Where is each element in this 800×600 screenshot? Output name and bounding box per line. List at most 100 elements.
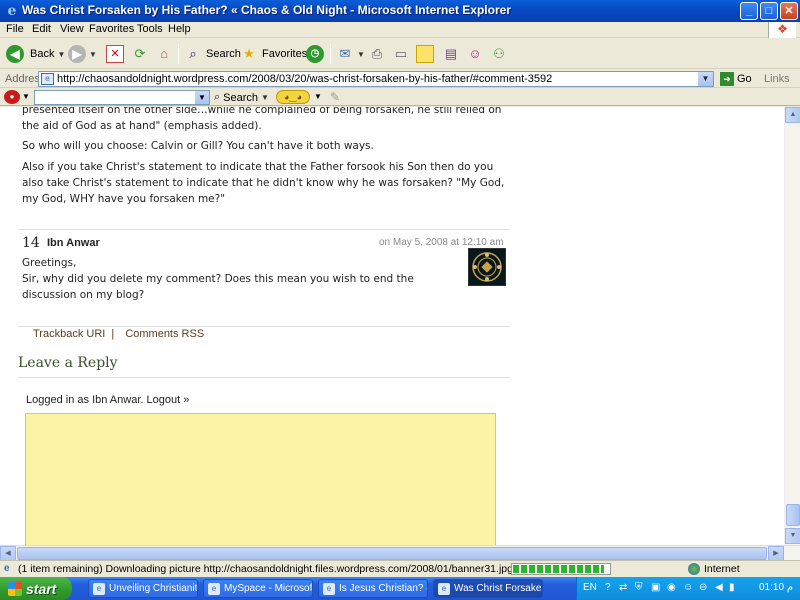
history-icon: ◷ <box>306 45 324 63</box>
favorites-button[interactable]: ★ Favorites <box>240 43 307 65</box>
start-button[interactable]: start <box>0 577 72 600</box>
search-icon: ⌕ <box>189 46 197 61</box>
zone-label: Internet <box>704 563 740 575</box>
system-tray: EN ? ⇄ ⛨ ▣ ◉ ☺ ⊖ ◀ ▮ 01:10 م <box>576 577 800 600</box>
edit-button[interactable]: ▭ <box>392 43 410 65</box>
logout-link[interactable]: Logout » <box>147 394 190 406</box>
volume-icon[interactable]: ◀ <box>715 582 723 593</box>
scroll-up-button[interactable]: ▲ <box>785 107 800 123</box>
comment-text: Sir, why did you delete my comment? Does… <box>22 273 414 301</box>
home-button[interactable]: ⌂ <box>155 43 173 65</box>
toolbar-logo-icon[interactable]: ● <box>4 90 20 104</box>
logged-in-user-link[interactable]: Ibn Anwar <box>92 394 140 406</box>
dropdown-arrow-icon[interactable]: ▼ <box>22 92 30 101</box>
messenger-button[interactable]: ☺ <box>466 43 484 65</box>
section-divider <box>18 377 510 378</box>
network-icon[interactable]: ⇄ <box>619 582 627 593</box>
trackback-uri-link[interactable]: Trackback URI <box>33 328 105 340</box>
download-progress-bar <box>511 563 611 575</box>
address-dropdown-button[interactable]: ▼ <box>698 72 713 86</box>
stop-button[interactable]: ✕ <box>106 43 124 65</box>
ie-logo-icon: e <box>7 3 17 19</box>
back-button[interactable]: ◀ Back ▼ <box>6 43 65 65</box>
scroll-down-button[interactable]: ▼ <box>785 528 800 544</box>
links-button[interactable]: Links <box>764 73 790 85</box>
research-button[interactable]: ▤ <box>442 43 460 65</box>
vertical-scroll-thumb[interactable] <box>786 504 800 526</box>
print-button[interactable]: ⎙ <box>368 43 386 65</box>
dropdown-arrow-icon[interactable]: ▼ <box>314 92 322 101</box>
comment-paragraph: So who will you choose: Calvin or Gill? … <box>22 140 374 152</box>
power-icon[interactable]: ▮ <box>729 582 735 593</box>
smiley-icon[interactable]: ◕‿◕ <box>276 90 310 104</box>
comment-body: Greetings, Sir, why did you delete my co… <box>22 255 462 303</box>
msn-button[interactable]: ⚇ <box>490 43 508 65</box>
close-button[interactable]: ✕ <box>780 2 798 20</box>
logged-in-line: Logged in as Ibn Anwar. Logout » <box>26 394 189 406</box>
monitor-icon[interactable]: ▣ <box>651 582 660 593</box>
menu-favorites[interactable]: Favorites <box>89 23 134 35</box>
period: . <box>140 394 144 406</box>
menu-view[interactable]: View <box>60 23 84 35</box>
ie-task-icon: e <box>438 582 450 595</box>
comment-greeting: Greetings, <box>22 257 77 269</box>
address-input[interactable]: e http://chaosandoldnight.wordpress.com/… <box>38 71 714 87</box>
search-button[interactable]: ⌕ Search <box>184 43 241 65</box>
dropdown-arrow-icon: ▼ <box>357 49 365 59</box>
toolbar-search-input[interactable]: ▼ <box>34 90 210 105</box>
menu-tools[interactable]: Tools <box>137 23 163 35</box>
mail-icon: ✉ <box>339 46 351 61</box>
menu-help[interactable]: Help <box>168 23 191 35</box>
comment-textarea[interactable] <box>25 413 496 545</box>
comments-rss-link[interactable]: Comments RSS <box>125 328 204 340</box>
search-dropdown-button[interactable]: ▼ <box>195 91 209 104</box>
taskbar-item[interactable]: e MySpace - Microsoft ... <box>203 579 313 598</box>
printer-icon: ⎙ <box>371 46 383 61</box>
toolbar-search-label: Search <box>223 91 259 104</box>
vertical-scrollbar[interactable]: ▲ ▼ <box>784 107 800 545</box>
go-arrow-icon: ➜ <box>720 72 734 86</box>
history-button[interactable]: ◷ <box>306 43 324 65</box>
home-icon: ⌂ <box>160 46 168 61</box>
favorites-label: Favorites <box>262 48 308 60</box>
comment-paragraph: Also if you take Christ's statement to i… <box>22 161 505 205</box>
toolbar-search-button[interactable]: ⌕ Search ▼ <box>214 91 269 104</box>
back-arrow-icon: ◀ <box>6 45 24 63</box>
shield-icon[interactable]: ⛨ <box>635 582 643 593</box>
horizontal-scroll-thumb[interactable] <box>17 547 767 560</box>
back-label: Back <box>30 48 55 60</box>
leave-reply-heading: Leave a Reply <box>18 355 118 371</box>
help-icon[interactable]: ? <box>605 582 611 593</box>
scroll-right-button[interactable]: ▶ <box>768 546 784 561</box>
security-zone: Internet <box>688 563 740 575</box>
language-indicator[interactable]: EN <box>583 582 597 593</box>
scroll-left-button[interactable]: ◀ <box>0 546 16 561</box>
status-icon[interactable]: ⊖ <box>699 582 707 593</box>
forward-button[interactable]: ▶ ▼ <box>68 43 97 65</box>
avatar <box>468 248 506 286</box>
menu-edit[interactable]: Edit <box>32 23 51 35</box>
horizontal-scrollbar[interactable]: ◀ ▶ <box>0 545 800 561</box>
progress-fill <box>513 565 605 573</box>
antivirus-icon[interactable]: ◉ <box>667 582 676 593</box>
taskbar-item[interactable]: e Unveiling Christianity... <box>88 579 198 598</box>
messenger-tray-icon[interactable]: ☺ <box>683 582 693 593</box>
clock[interactable]: 01:10 م <box>759 582 793 593</box>
taskbar-item-active[interactable]: e Was Christ Forsaken ... <box>433 579 543 598</box>
go-button[interactable]: ➜ Go <box>720 72 752 86</box>
globe-icon <box>688 563 700 575</box>
mail-button[interactable]: ✉ ▼ <box>336 43 365 65</box>
forward-arrow-icon: ▶ <box>68 45 86 63</box>
taskbar-item[interactable]: e Is Jesus Christian? « ... <box>318 579 428 598</box>
taskbar-item-label: Is Jesus Christian? « ... <box>339 583 427 594</box>
discuss-button[interactable] <box>416 43 434 65</box>
comment-paragraph: presented itself on the other side…while… <box>22 107 502 132</box>
maximize-button[interactable]: □ <box>760 2 778 20</box>
menu-file[interactable]: File <box>6 23 24 35</box>
highlighter-icon[interactable]: ✎ <box>330 90 340 104</box>
menu-bar: File Edit View Favorites Tools Help ❖ <box>0 22 800 38</box>
ie-page-icon: e <box>4 563 10 574</box>
refresh-button[interactable]: ⟳ <box>131 43 149 65</box>
msn-buddies-icon: ⚇ <box>493 46 505 61</box>
minimize-button[interactable]: _ <box>740 2 758 20</box>
